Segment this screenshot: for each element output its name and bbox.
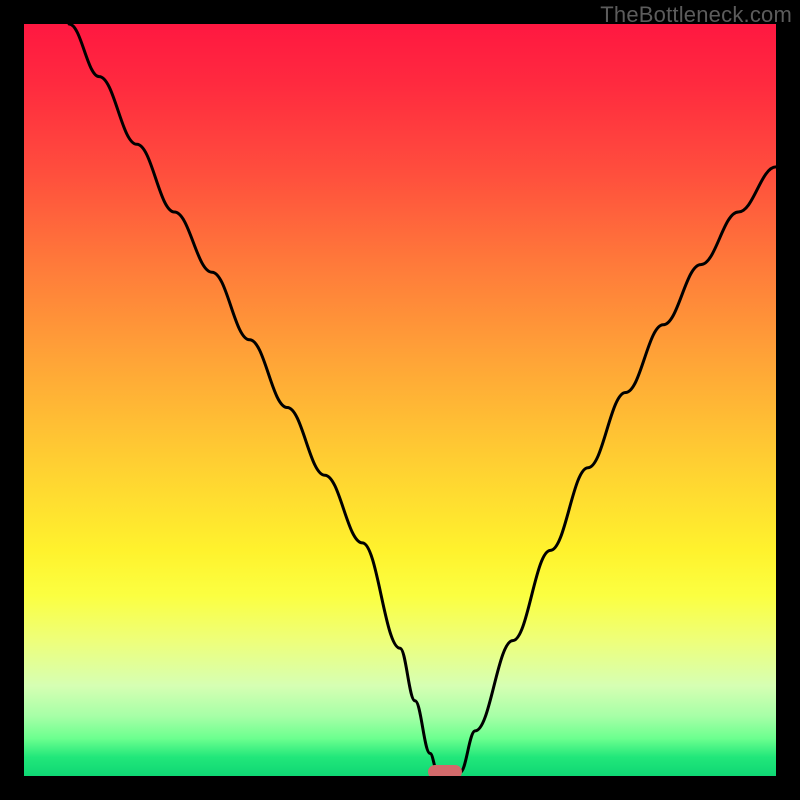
watermark-text: TheBottleneck.com (600, 2, 792, 28)
optimum-marker (428, 765, 462, 776)
chart-frame: TheBottleneck.com (0, 0, 800, 800)
plot-area (24, 24, 776, 776)
bottleneck-curve (24, 24, 776, 776)
